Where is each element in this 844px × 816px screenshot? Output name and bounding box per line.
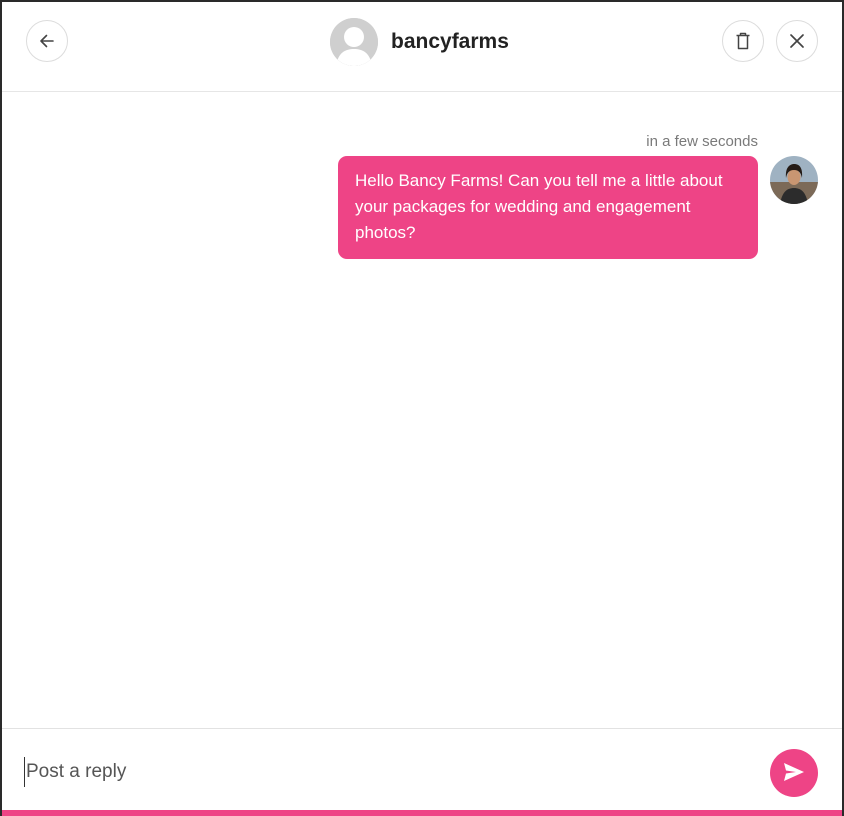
arrow-left-icon [37,31,57,51]
reply-input[interactable] [24,757,724,787]
sender-avatar[interactable] [770,156,818,204]
conversation-user[interactable]: bancyfarms [330,18,509,66]
reply-bar [2,728,842,810]
bottom-accent-bar [2,810,842,816]
chat-window: bancyfarms in a few seconds Hello Bancy … [2,2,842,816]
trash-icon [734,31,752,51]
conversation-username: bancyfarms [391,30,509,53]
message-list[interactable]: in a few seconds Hello Bancy Farms! Can … [2,93,842,727]
close-icon [788,32,806,50]
close-button[interactable] [776,20,818,62]
message-bubble: Hello Bancy Farms! Can you tell me a lit… [338,156,758,259]
delete-conversation-button[interactable] [722,20,764,62]
send-button[interactable] [770,749,818,797]
message-timestamp: in a few seconds [646,133,758,150]
back-button[interactable] [26,20,68,62]
send-icon [782,761,806,786]
avatar [330,18,378,66]
chat-header: bancyfarms [2,2,842,92]
